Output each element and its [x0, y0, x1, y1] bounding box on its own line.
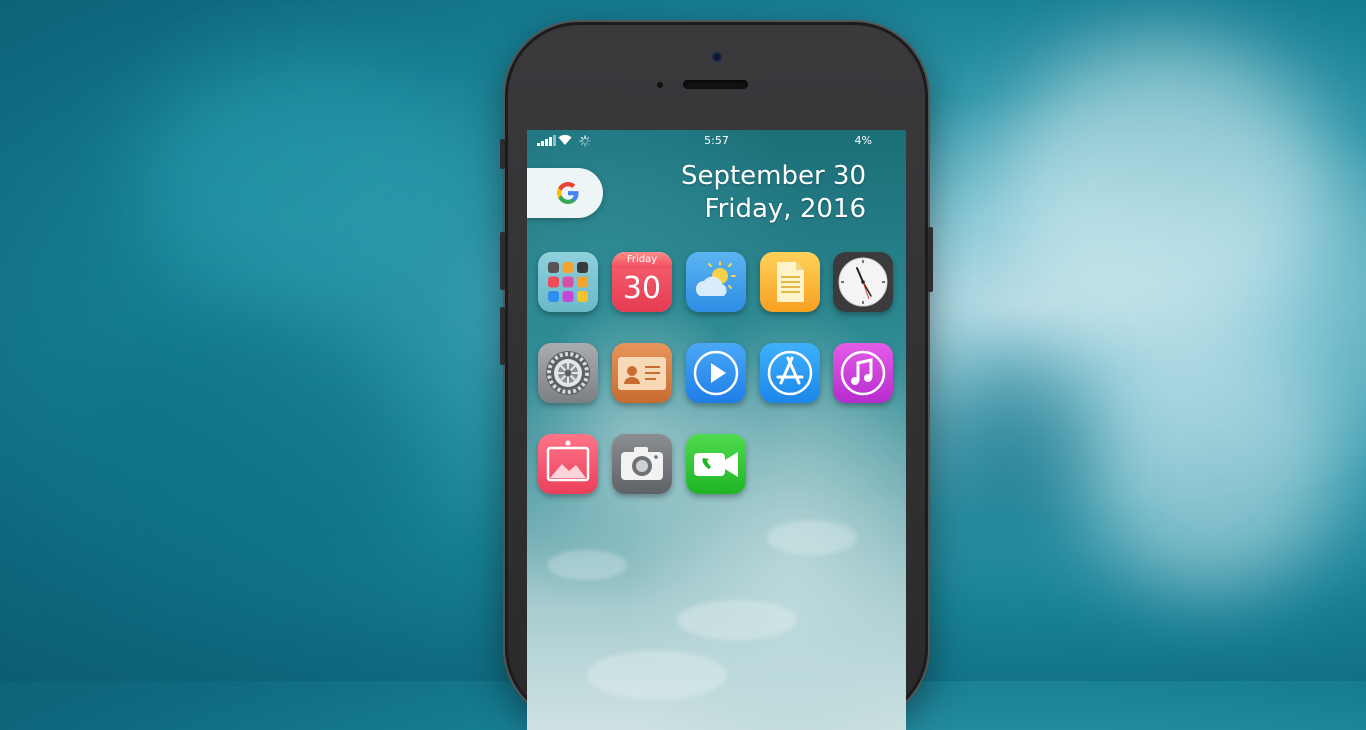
- status-time: 5:57: [704, 134, 729, 147]
- volume-down-button: [500, 307, 505, 365]
- background-blur: [930, 360, 1090, 540]
- calendar-day: 30: [612, 268, 672, 312]
- calendar-weekday: Friday: [626, 254, 658, 265]
- folder-icon[interactable]: [538, 252, 598, 312]
- contacts-icon[interactable]: [612, 343, 672, 403]
- settings-icon[interactable]: [538, 343, 598, 403]
- front-camera: [712, 52, 722, 62]
- google-search-widget[interactable]: [527, 168, 603, 218]
- weather-icon[interactable]: [686, 252, 746, 312]
- google-logo-icon: [557, 182, 579, 204]
- weekday-year-label: Friday, 2016: [704, 194, 867, 224]
- app-store-icon[interactable]: [760, 343, 820, 403]
- volume-up-button: [500, 232, 505, 290]
- home-screen: 5:57 4% September 30 Friday, 2016 Friday…: [527, 130, 906, 730]
- proximity-sensor: [657, 82, 663, 88]
- background-blur: [140, 60, 460, 300]
- power-button: [928, 227, 933, 292]
- background-blur: [1000, 40, 1330, 340]
- notes-icon[interactable]: [760, 252, 820, 312]
- battery-percentage: 4%: [854, 134, 872, 147]
- earpiece-speaker: [683, 80, 748, 89]
- itunes-icon[interactable]: [833, 343, 893, 403]
- background-blur: [60, 320, 420, 600]
- videos-icon[interactable]: [686, 343, 746, 403]
- photos-icon[interactable]: [538, 434, 598, 494]
- calendar-icon[interactable]: Friday 30: [612, 252, 672, 312]
- date-widget: September 30 Friday, 2016: [681, 160, 866, 226]
- status-bar: 5:57 4%: [527, 130, 906, 152]
- clock-icon[interactable]: [833, 252, 893, 312]
- camera-icon[interactable]: [612, 434, 672, 494]
- mute-switch: [500, 139, 505, 169]
- date-label: September 30: [680, 161, 866, 191]
- background-blur: [1080, 330, 1340, 590]
- phone-frame: 5:57 4% September 30 Friday, 2016 Friday…: [500, 22, 933, 730]
- facetime-icon[interactable]: [686, 434, 746, 494]
